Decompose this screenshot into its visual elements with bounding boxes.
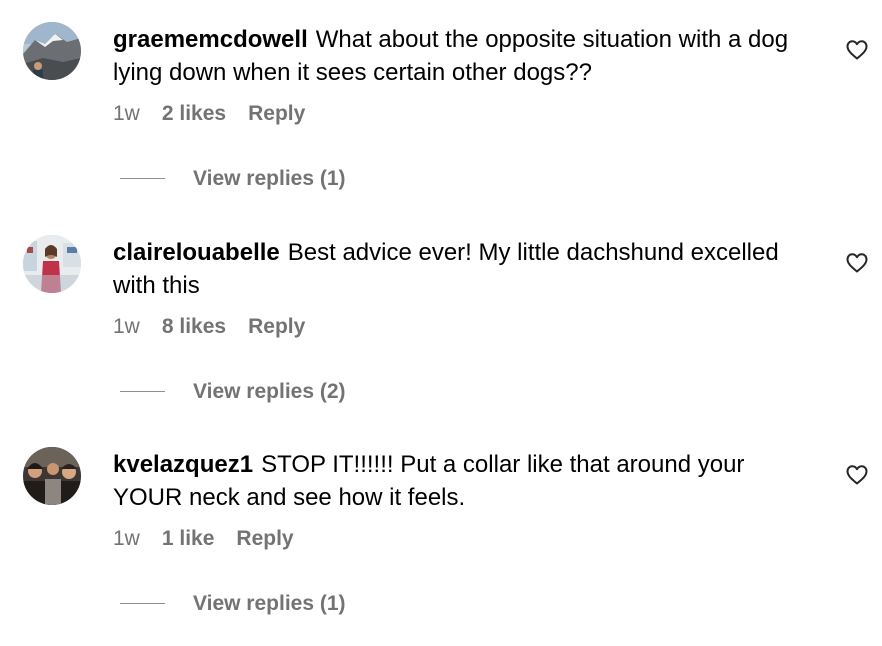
comment-item: clairelouabelle Best advice ever! My litt…	[0, 213, 882, 425]
comment-meta: 1w 2 likes Reply	[113, 101, 305, 127]
comment-likes[interactable]: 2 likes	[162, 101, 226, 127]
comment-text-block: clairelouabelle Best advice ever! My litt…	[113, 236, 813, 302]
reply-button[interactable]: Reply	[236, 526, 293, 552]
comment-time: 1w	[113, 315, 140, 338]
comment-username[interactable]: clairelouabelle	[113, 239, 280, 266]
view-replies-label: View replies (2)	[193, 380, 346, 403]
heart-icon[interactable]	[845, 463, 869, 487]
replies-divider	[120, 603, 165, 605]
replies-divider	[120, 391, 165, 393]
view-replies-button[interactable]: View replies (1)	[120, 591, 346, 617]
mountain-avatar-icon	[23, 22, 81, 80]
group-avatar-icon	[23, 447, 81, 505]
avatar[interactable]	[23, 235, 81, 293]
view-replies-button[interactable]: View replies (2)	[120, 379, 346, 405]
comment-item: graememcdowell What about the opposite si…	[0, 0, 882, 212]
comment-time: 1w	[113, 102, 140, 125]
reply-button[interactable]: Reply	[248, 314, 305, 340]
comment-likes[interactable]: 8 likes	[162, 314, 226, 340]
avatar[interactable]	[23, 447, 81, 505]
replies-divider	[120, 178, 165, 180]
reply-button[interactable]: Reply	[248, 101, 305, 127]
comment-likes[interactable]: 1 like	[162, 526, 215, 552]
comment-text-block: kvelazquez1 STOP IT!!!!!! Put a collar li…	[113, 448, 813, 514]
comment-meta: 1w 1 like Reply	[113, 526, 294, 552]
comment-username[interactable]: kvelazquez1	[113, 451, 253, 478]
avatar[interactable]	[23, 22, 81, 80]
heart-icon[interactable]	[845, 38, 869, 62]
view-replies-label: View replies (1)	[193, 592, 346, 615]
view-replies-label: View replies (1)	[193, 167, 346, 190]
heart-icon[interactable]	[845, 251, 869, 275]
person-avatar-icon	[23, 235, 81, 293]
comment-time: 1w	[113, 527, 140, 550]
view-replies-button[interactable]: View replies (1)	[120, 166, 346, 192]
comment-item: kvelazquez1 STOP IT!!!!!! Put a collar li…	[0, 425, 882, 637]
comment-text-block: graememcdowell What about the opposite si…	[113, 23, 813, 89]
comment-meta: 1w 8 likes Reply	[113, 314, 305, 340]
comment-username[interactable]: graememcdowell	[113, 26, 308, 53]
